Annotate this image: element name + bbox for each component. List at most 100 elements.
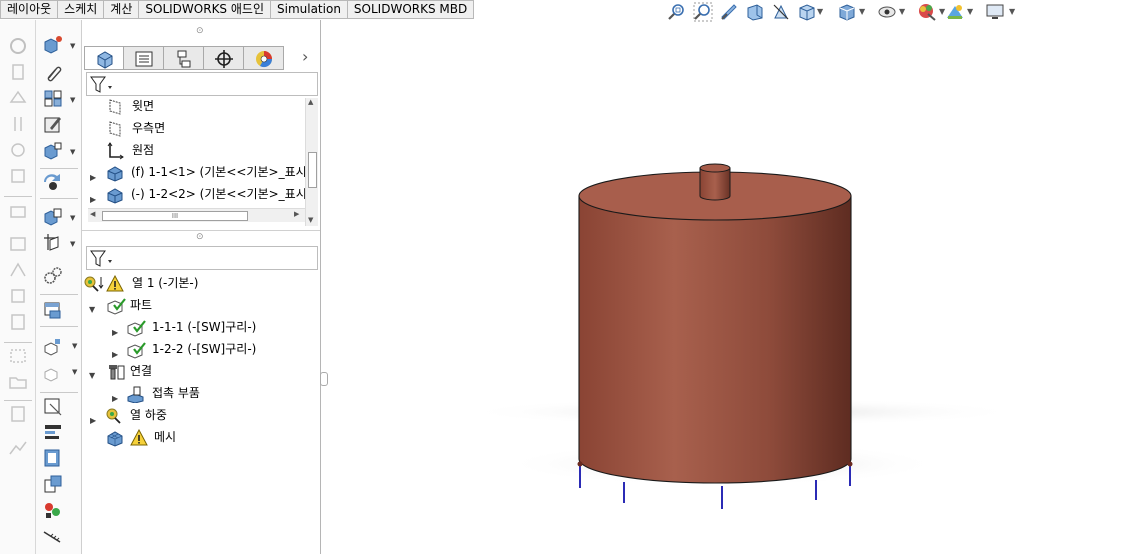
cylinder-model[interactable]: [578, 163, 852, 484]
results-advisor-icon[interactable]: [7, 202, 29, 222]
tree-item-component-1[interactable]: ▶ (f) 1-1<1> (기본<<기본>_표시 ·: [86, 162, 305, 182]
expand-arrow-icon[interactable]: ▶: [112, 323, 118, 343]
temperature-icon[interactable]: [42, 172, 64, 192]
collapse-arrow-icon[interactable]: ▼: [89, 366, 95, 386]
run-icon[interactable]: [7, 166, 29, 186]
panel-splitter[interactable]: [82, 230, 320, 231]
deformed-result-icon[interactable]: [7, 234, 29, 254]
tab-display-manager[interactable]: [244, 46, 284, 70]
report-tool-icon[interactable]: [42, 474, 64, 494]
chevron-down-icon[interactable]: ▼: [72, 368, 77, 376]
expand-arrow-icon[interactable]: ▶: [90, 168, 96, 182]
tab-solidworks-mbd[interactable]: SOLIDWORKS MBD: [347, 0, 475, 19]
list-icon[interactable]: [7, 62, 29, 82]
feature-tree-filter[interactable]: [86, 72, 318, 96]
view-settings-icon[interactable]: [985, 2, 1005, 22]
edit-appearance-icon[interactable]: [917, 2, 937, 22]
vertical-scroll-thumb[interactable]: [308, 152, 317, 188]
study-advisor-icon[interactable]: [7, 36, 29, 56]
panel-grip-middle[interactable]: ⊙: [196, 232, 204, 242]
tab-layout[interactable]: 레이아웃: [0, 0, 59, 19]
compare-results-icon[interactable]: [7, 260, 29, 280]
chevron-down-icon[interactable]: ▼: [1009, 7, 1015, 16]
display-style-icon[interactable]: [837, 2, 857, 22]
scroll-up-icon[interactable]: ▲: [308, 98, 313, 106]
top-stub[interactable]: [699, 167, 731, 201]
chevron-down-icon[interactable]: ▼: [70, 96, 75, 104]
tab-simulation[interactable]: Simulation: [271, 0, 348, 19]
connections-advisor-icon[interactable]: [7, 140, 29, 160]
scroll-down-icon[interactable]: ▼: [308, 216, 313, 224]
report-icon[interactable]: [7, 312, 29, 332]
probe-icon[interactable]: [42, 336, 64, 356]
sensor-icon[interactable]: [42, 500, 64, 520]
design-study-icon[interactable]: [7, 404, 29, 424]
chevron-down-icon[interactable]: ▼: [70, 214, 75, 222]
chevron-down-icon[interactable]: ▼: [899, 7, 905, 16]
chevron-down-icon[interactable]: ▼: [72, 342, 77, 350]
tab-evaluate[interactable]: 계산: [104, 0, 140, 19]
simulation-evaluator-icon[interactable]: [42, 396, 64, 416]
section-view-icon[interactable]: [745, 2, 765, 22]
edit-definition-icon[interactable]: [42, 114, 64, 134]
tab-feature-manager[interactable]: [84, 46, 124, 70]
zoom-to-fit-icon[interactable]: [667, 2, 687, 22]
chevron-down-icon[interactable]: ▼: [817, 7, 823, 16]
reference-geometry-icon[interactable]: [42, 232, 64, 252]
mesh-control-icon[interactable]: [42, 88, 64, 108]
tab-configuration-manager[interactable]: [164, 46, 204, 70]
expand-arrow-icon[interactable]: ▶: [112, 345, 118, 365]
contact-set-icon[interactable]: [42, 206, 64, 226]
filter-icon: [90, 250, 112, 267]
new-study-icon[interactable]: [42, 34, 64, 54]
fixture-point: [577, 461, 583, 467]
expand-arrow-icon[interactable]: ▶: [90, 411, 96, 431]
chevron-down-icon[interactable]: ▼: [70, 148, 75, 156]
top-stub-face[interactable]: [699, 163, 731, 173]
load-icon[interactable]: [7, 114, 29, 134]
configuration-manager-icon: [177, 50, 191, 68]
design-insight-icon[interactable]: [42, 448, 64, 468]
plot-tools-icon[interactable]: [7, 286, 29, 306]
apply-scene-icon[interactable]: [945, 2, 965, 22]
include-image-icon[interactable]: [7, 346, 29, 366]
folder-icon[interactable]: [7, 372, 29, 392]
dynamic-annotation-icon[interactable]: [771, 2, 791, 22]
run-study-icon[interactable]: [42, 266, 64, 286]
tab-solidworks-addins[interactable]: SOLIDWORKS 애드인: [139, 0, 271, 19]
view-orientation-icon[interactable]: [797, 2, 817, 22]
fixture-icon[interactable]: [7, 88, 29, 108]
cylinder-body[interactable]: [578, 195, 852, 484]
tab-property-manager[interactable]: [124, 46, 164, 70]
chevron-right-icon[interactable]: ›: [302, 47, 308, 66]
chevron-down-icon[interactable]: ▼: [859, 7, 865, 16]
expand-arrow-icon[interactable]: ▶: [112, 389, 118, 409]
graphics-area[interactable]: [322, 24, 1124, 554]
attach-icon[interactable]: [42, 62, 64, 82]
study-tree-filter[interactable]: [86, 246, 318, 270]
chevron-down-icon[interactable]: ▼: [70, 42, 75, 50]
thermal-study-icon: [84, 276, 104, 292]
trend-tracker-icon[interactable]: [7, 438, 29, 458]
hide-show-icon[interactable]: [877, 2, 897, 22]
expand-arrow-icon[interactable]: ▶: [90, 190, 96, 204]
tab-sketch[interactable]: 스케치: [58, 0, 105, 19]
horizontal-scroll-thumb[interactable]: III: [102, 211, 248, 221]
animate-icon[interactable]: [42, 362, 64, 382]
measure-icon[interactable]: [42, 526, 64, 546]
chevron-down-icon[interactable]: ▼: [70, 240, 75, 248]
feature-tree-horizontal-scrollbar[interactable]: ◀ III ▶: [88, 208, 305, 222]
compare-test-data-icon[interactable]: [42, 422, 64, 442]
scroll-left-icon[interactable]: ◀: [90, 210, 95, 218]
scroll-right-icon[interactable]: ▶: [294, 210, 299, 218]
previous-view-icon[interactable]: [719, 2, 739, 22]
tree-item-component-2[interactable]: ▶ (-) 1-2<2> (기본<<기본>_표시: [86, 184, 305, 204]
zoom-area-icon[interactable]: [693, 2, 713, 22]
tab-dimxpert-manager[interactable]: [204, 46, 244, 70]
panel-grip-top[interactable]: ⊙: [196, 26, 204, 36]
result-plot-icon[interactable]: [42, 300, 64, 320]
thermal-load-icon[interactable]: [42, 140, 64, 160]
feature-tree-vertical-scrollbar[interactable]: ▲ ▼: [305, 98, 318, 226]
chevron-down-icon[interactable]: ▼: [967, 7, 973, 16]
collapse-arrow-icon[interactable]: ▼: [89, 300, 95, 320]
